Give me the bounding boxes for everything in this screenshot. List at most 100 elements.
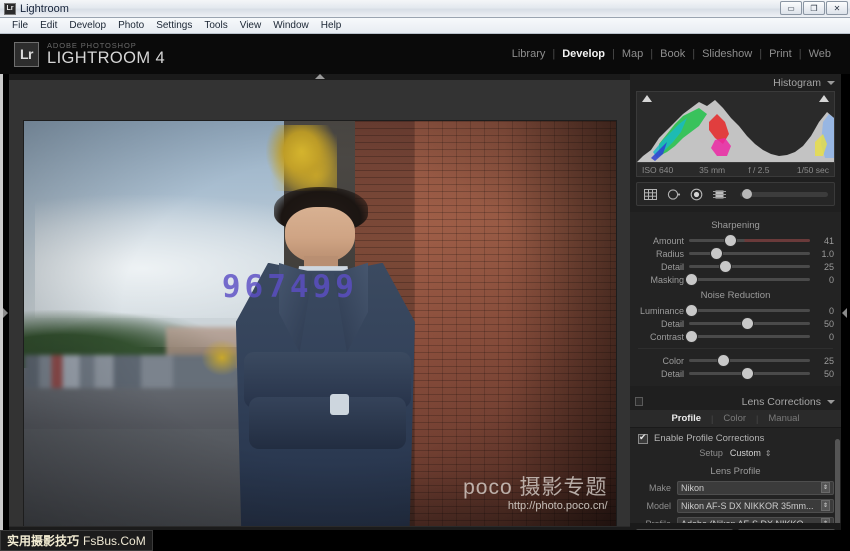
module-library[interactable]: Library [505, 48, 553, 60]
module-print[interactable]: Print [762, 48, 799, 60]
menu-item-edit[interactable]: Edit [34, 18, 63, 33]
window-controls: ▭ ❐ ✕ [780, 1, 848, 15]
develop-tool-strip [636, 182, 835, 206]
chevron-down-icon[interactable] [827, 80, 835, 85]
lens-make-row[interactable]: Make Nikon ⇕ [630, 480, 841, 495]
photo-vignette [23, 121, 616, 532]
exif-iso: ISO 640 [642, 164, 674, 175]
slider-sharpening-detail[interactable]: Detail 25 [630, 260, 841, 273]
highlight-clipping-indicator[interactable] [819, 95, 829, 102]
menu-item-develop[interactable]: Develop [63, 18, 112, 33]
slider-track[interactable] [689, 235, 810, 246]
slider-knob[interactable] [686, 305, 698, 316]
slider-knob[interactable] [686, 274, 698, 285]
menu-item-photo[interactable]: Photo [112, 18, 150, 33]
slider-track[interactable] [689, 261, 810, 272]
watermark-number: 967499 [221, 268, 358, 305]
slider-nr-color-detail[interactable]: Detail 50 [630, 367, 841, 380]
enable-profile-corrections-checkbox[interactable] [638, 432, 648, 444]
slider-value: 25 [823, 261, 834, 272]
os-title-bar: Lr Lightroom ▭ ❐ ✕ [0, 0, 850, 18]
menu-item-tools[interactable]: Tools [198, 18, 233, 33]
histogram-header[interactable]: Histogram [630, 74, 841, 91]
right-panel: Histogram ISO 640 35 mm f / 2.5 1/50 sec… [630, 74, 841, 551]
slider-track[interactable] [689, 248, 810, 259]
watermark-poco: poco 摄影专题 http://photo.poco.cn/ [463, 477, 607, 512]
module-map[interactable]: Map [615, 48, 650, 60]
slider-nr-contrast[interactable]: Contrast 0 [630, 330, 841, 343]
slider-knob[interactable] [717, 355, 729, 366]
left-panel-collapse[interactable] [0, 74, 9, 551]
slider-sharpening-radius[interactable]: Radius 1.0 [630, 247, 841, 260]
slider-track[interactable] [686, 331, 810, 342]
slider-track[interactable] [689, 318, 810, 329]
maximize-button[interactable]: ❐ [803, 1, 825, 15]
slider-knob[interactable] [725, 235, 737, 246]
slider-knob[interactable] [686, 331, 698, 342]
tab-manual[interactable]: Manual [758, 413, 809, 424]
chevron-down-icon[interactable] [827, 399, 835, 404]
lens-model-row[interactable]: Model Nikon AF-S DX NIKKOR 35mm... ⇕ [630, 498, 841, 513]
tab-profile[interactable]: Profile [661, 413, 711, 424]
photo-preview[interactable]: 967499 poco 摄影专题 http://photo.poco.cn/ [23, 121, 616, 532]
shadow-clipping-indicator[interactable] [642, 95, 652, 102]
crop-overlay-icon[interactable] [643, 188, 658, 201]
close-button[interactable]: ✕ [826, 1, 848, 15]
slider-knob[interactable] [742, 368, 754, 379]
slider-track[interactable] [689, 368, 810, 379]
lens-corrections-header[interactable]: Lens Corrections [630, 393, 841, 410]
slider-sharpening-masking[interactable]: Masking 0 [630, 273, 841, 286]
module-slideshow[interactable]: Slideshow [695, 48, 759, 60]
slider-nr-color[interactable]: Color 25 [630, 354, 841, 367]
exif-aperture: f / 2.5 [748, 164, 770, 175]
slider-knob[interactable] [710, 248, 722, 259]
chevron-updown-icon[interactable]: ⇕ [765, 449, 772, 458]
sharpening-title: Sharpening [711, 220, 760, 231]
slider-sharpening-amount[interactable]: Amount 41 [630, 234, 841, 247]
panel-switch-icon[interactable] [635, 397, 643, 406]
setup-value[interactable]: Custom [730, 448, 761, 458]
red-eye-icon[interactable] [690, 188, 703, 201]
identity-plate-bar: Lr ADOBE PHOTOSHOP LIGHTROOM 4 Library |… [0, 34, 850, 74]
slider-nr-detail[interactable]: Detail 50 [630, 317, 841, 330]
watermark-poco-brand: poco 摄影专题 [463, 476, 608, 499]
menu-item-help[interactable]: Help [315, 18, 348, 33]
spot-removal-icon[interactable] [667, 188, 681, 201]
slider-track[interactable] [686, 274, 810, 285]
right-panel-collapse[interactable] [841, 74, 850, 551]
minimize-button[interactable]: ▭ [780, 1, 802, 15]
module-develop[interactable]: Develop [555, 48, 612, 60]
identity-plate[interactable]: Lr ADOBE PHOTOSHOP LIGHTROOM 4 [14, 41, 165, 67]
lens-model-select[interactable]: Nikon AF-S DX NIKKOR 35mm... ⇕ [677, 498, 834, 513]
tab-color[interactable]: Color [713, 413, 756, 424]
slider-track[interactable] [686, 305, 810, 316]
lens-corrections-title: Lens Corrections [741, 395, 821, 408]
menu-item-window[interactable]: Window [267, 18, 315, 33]
lens-corrections-panel: Lens Corrections Profile | Color | Manua… [630, 393, 841, 531]
chevron-updown-icon[interactable]: ⇕ [821, 500, 830, 511]
histogram-graph[interactable] [636, 91, 835, 163]
adjustment-brush-slider[interactable] [740, 189, 828, 199]
setup-row[interactable]: Setup Custom ⇕ [630, 446, 841, 462]
status-watermark-en: FsBus.CoM [83, 533, 146, 548]
enable-profile-corrections-row[interactable]: Enable Profile Corrections [630, 428, 841, 446]
lens-corrections-tabs: Profile | Color | Manual [630, 410, 841, 428]
chevron-updown-icon[interactable]: ⇕ [821, 482, 830, 493]
menu-item-settings[interactable]: Settings [150, 18, 198, 33]
module-book[interactable]: Book [653, 48, 692, 60]
chevron-right-icon [3, 307, 8, 318]
slider-value: 0 [828, 305, 834, 316]
right-panel-scrollbar[interactable] [835, 439, 840, 529]
menu-item-file[interactable]: File [6, 18, 34, 33]
menu-item-view[interactable]: View [234, 18, 268, 33]
lens-profile-title: Lens Profile [710, 466, 761, 477]
lens-model-value: Nikon AF-S DX NIKKOR 35mm... [681, 500, 814, 511]
lens-make-select[interactable]: Nikon ⇕ [677, 480, 834, 495]
slider-nr-luminance[interactable]: Luminance 0 [630, 304, 841, 317]
slider-track[interactable] [689, 355, 810, 366]
slider-knob[interactable] [742, 318, 754, 329]
graduated-filter-icon[interactable] [712, 188, 727, 201]
brush-slider-knob[interactable] [742, 189, 752, 199]
slider-knob[interactable] [720, 261, 732, 272]
module-web[interactable]: Web [802, 48, 838, 60]
